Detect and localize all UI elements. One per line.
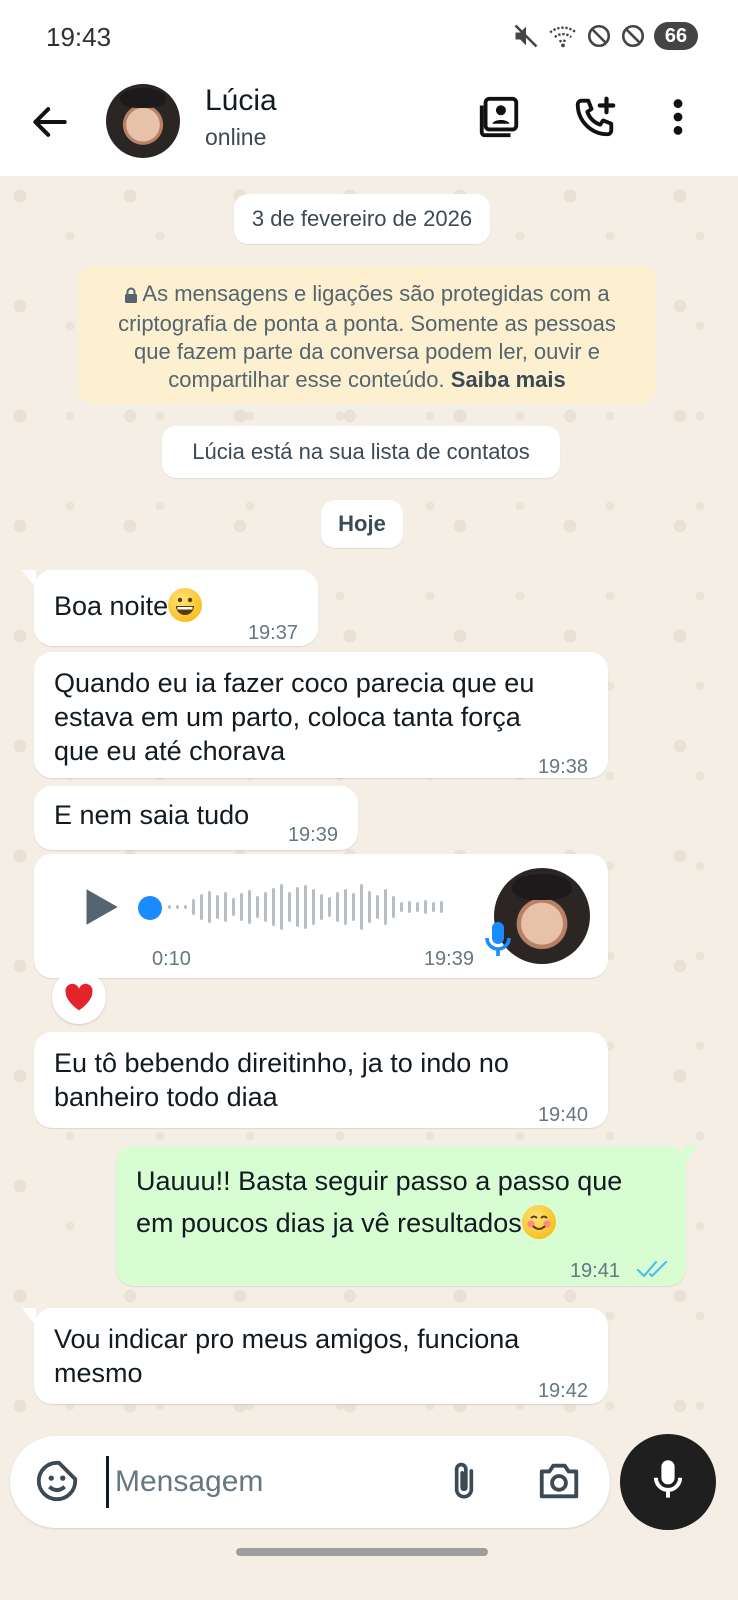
battery-icon: 66 — [654, 22, 698, 50]
message-composer — [10, 1436, 610, 1528]
audio-message-bubble[interactable]: 0:10 19:39 — [34, 854, 608, 978]
no-signal-icon — [586, 23, 612, 49]
audio-waveform[interactable] — [168, 882, 443, 932]
status-icons: 66 — [512, 22, 698, 50]
back-arrow-icon[interactable] — [28, 100, 72, 144]
contact-card-icon[interactable] — [476, 94, 526, 144]
message-text: Vou indicar pro meus amigos, funciona me… — [54, 1324, 520, 1388]
message-bubble-outgoing[interactable]: Uauuu!! Basta seguir passo a passo que e… — [116, 1146, 698, 1288]
audio-duration: 0:10 — [152, 948, 191, 970]
grinning-face-icon — [168, 588, 203, 622]
message-bubble-incoming[interactable]: Quando eu ia fazer coco parecia que eu e… — [34, 652, 608, 778]
mic-icon — [650, 1458, 686, 1507]
contact-status: online — [205, 124, 267, 150]
contact-notice: Lúcia está na sua lista de contatos — [162, 426, 560, 478]
message-bubble-incoming[interactable]: E nem saia tudo 19:39 — [34, 786, 358, 850]
red-heart-icon[interactable] — [52, 970, 106, 1024]
message-time: 19:38 — [537, 756, 588, 778]
message-time: 19:41 — [569, 1260, 620, 1282]
learn-more-link[interactable]: Saiba mais — [451, 367, 566, 392]
date-chip: 3 de fevereiro de 2026 — [234, 194, 490, 244]
encryption-notice[interactable]: As mensagens e ligações são protegidas c… — [78, 266, 656, 404]
contact-name[interactable]: Lúcia — [205, 84, 277, 118]
chat-screen: 19:43 66 Lúcia online 3 de fevereiro de … — [0, 0, 738, 1600]
read-ticks-icon — [636, 1254, 670, 1288]
status-time: 19:43 — [46, 22, 112, 52]
add-call-icon[interactable] — [572, 94, 622, 144]
message-text: E nem saia tudo — [54, 800, 250, 830]
message-bubble-incoming[interactable]: Vou indicar pro meus amigos, funciona me… — [22, 1308, 608, 1404]
message-text: Uauuu!! Basta seguir passo a passo que e… — [136, 1166, 623, 1239]
play-icon[interactable] — [74, 882, 124, 932]
message-time: 19:39 — [287, 824, 338, 846]
message-text: Boa noite — [54, 588, 203, 623]
message-text: Eu tô bebendo direitinho, ja to indo no … — [54, 1048, 509, 1112]
chat-header: Lúcia online — [0, 72, 738, 176]
message-time: 19:39 — [423, 948, 474, 970]
mic-icon — [484, 920, 516, 960]
contact-avatar[interactable] — [106, 84, 180, 158]
status-bar: 19:43 66 — [0, 0, 738, 72]
no-signal-icon — [620, 23, 646, 49]
wifi-icon — [548, 22, 578, 50]
audio-progress-handle[interactable] — [138, 896, 162, 920]
message-time: 19:37 — [247, 622, 298, 644]
voice-record-button[interactable] — [620, 1434, 716, 1530]
mute-icon — [512, 22, 540, 50]
camera-icon[interactable] — [536, 1458, 582, 1509]
message-time: 19:42 — [537, 1380, 588, 1402]
today-chip: Hoje — [321, 500, 403, 548]
lock-icon — [124, 282, 138, 310]
message-time: 19:40 — [537, 1104, 588, 1126]
message-bubble-incoming[interactable]: Eu tô bebendo direitinho, ja to indo no … — [34, 1032, 608, 1128]
attach-icon[interactable] — [442, 1458, 486, 1511]
smiling-face-icon — [521, 1205, 556, 1239]
message-bubble-incoming[interactable]: Boa noite 19:37 — [22, 570, 318, 646]
message-list[interactable]: 3 de fevereiro de 2026 As mensagens e li… — [0, 176, 738, 1456]
home-indicator[interactable] — [236, 1548, 488, 1556]
message-text: Quando eu ia fazer coco parecia que eu e… — [54, 668, 535, 766]
sticker-icon[interactable] — [34, 1458, 80, 1509]
more-vert-icon[interactable] — [660, 94, 696, 144]
message-input[interactable] — [106, 1456, 426, 1508]
